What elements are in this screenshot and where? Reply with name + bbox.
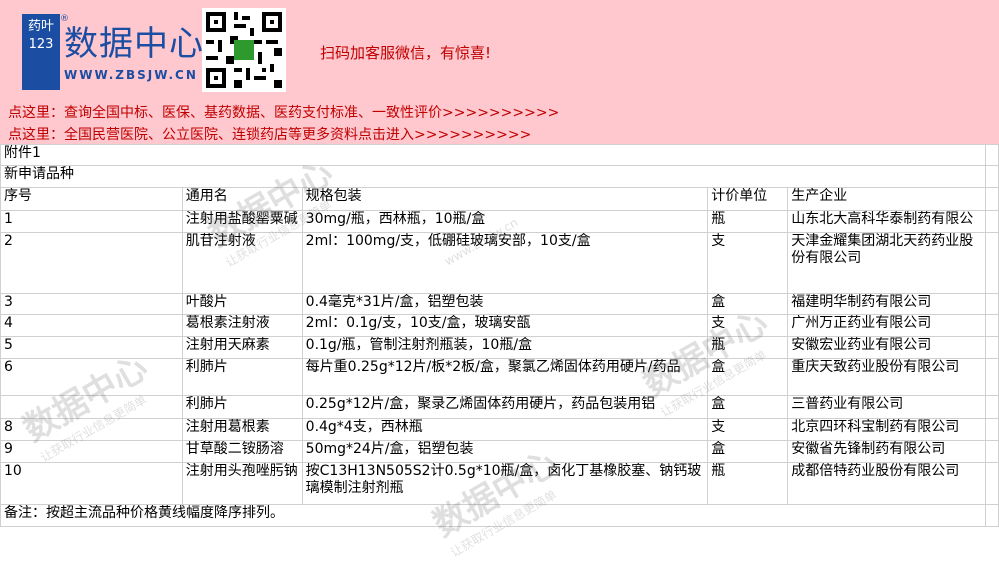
cell-spec[interactable]: 2ml：100mg/支，低硼硅玻璃安部，10支/盒 [301, 232, 709, 294]
cell-spec[interactable]: 2ml：0.1g/支，10支/盒，玻璃安瓿 [301, 314, 709, 337]
cell-spec[interactable]: 0.1g/瓶，管制注射剂瓶装，10瓶/盒 [301, 336, 709, 359]
table-row: 3 叶酸片 0.4毫克*31片/盒，铝塑包装 盒 福建明华制药有限公司 [0, 293, 999, 315]
cell-spec[interactable]: 50mg*24片/盒，铝塑包装 [301, 440, 709, 463]
cell-name[interactable]: 注射用头孢唑肟钠 [181, 462, 303, 505]
cell-name[interactable]: 注射用盐酸罂粟碱 [181, 210, 303, 233]
table-row: 10 注射用头孢唑肟钠 按C13H13N505S2计0.5g*10瓶/盒，卤化丁… [0, 462, 999, 505]
cell-name[interactable]: 甘草酸二铵肠溶 [181, 440, 303, 463]
cell-maker[interactable]: 北京四环科宝制药有限公司 [787, 418, 986, 441]
cell-seq[interactable]: 2 [0, 232, 183, 294]
table-row: 2 肌苷注射液 2ml：100mg/支，低硼硅玻璃安部，10支/盒 支 天津金耀… [0, 232, 999, 294]
cell-name[interactable]: 利肺片 [181, 358, 303, 396]
cell-unit[interactable]: 支 [707, 232, 789, 294]
cell-maker[interactable]: 重庆天致药业股份有限公司 [787, 358, 986, 396]
table-row: 1 注射用盐酸罂粟碱 30mg/瓶，西林瓶，10瓶/盒 瓶 山东北大高科华泰制药… [0, 210, 999, 233]
cell-name[interactable]: 利肺片 [181, 395, 303, 419]
header-cell[interactable]: 生产企业 [787, 187, 986, 211]
cell-unit[interactable]: 盒 [707, 358, 789, 396]
cell-seq[interactable]: 3 [0, 293, 183, 315]
table-row: 8 注射用葛根素 0.4g*4支，西林瓶 支 北京四环科宝制药有限公司 [0, 418, 999, 441]
cell-maker[interactable]: 广州万正药业有限公司 [787, 314, 986, 337]
cell-maker[interactable]: 山东北大高科华泰制药有限公 [787, 210, 986, 233]
table-row: 6 利肺片 每片重0.25g*12片/板*2板/盒，聚氯乙烯固体药用硬片/药品 … [0, 358, 999, 396]
table-row: 5 注射用天麻素 0.1g/瓶，管制注射剂瓶装，10瓶/盒 瓶 安徽宏业药业有限… [0, 336, 999, 359]
cell-seq[interactable]: 10 [0, 462, 183, 505]
table-row: 9 甘草酸二铵肠溶 50mg*24片/盒，铝塑包装 盒 安徽省先锋制药有限公司 [0, 440, 999, 463]
header-cell[interactable]: 计价单位 [707, 187, 789, 211]
cell-seq[interactable] [0, 395, 183, 419]
qr-code-icon [202, 8, 286, 92]
scan-promo-text: 扫码加客服微信，有惊喜! [320, 44, 492, 62]
cell-seq[interactable]: 8 [0, 418, 183, 441]
cell-maker[interactable]: 三普药业有限公司 [787, 395, 986, 419]
cell-seq[interactable]: 5 [0, 336, 183, 359]
cell-seq[interactable]: 6 [0, 358, 183, 396]
cell-maker[interactable]: 安徽省先锋制药有限公司 [787, 440, 986, 463]
section-title[interactable]: 新申请品种 [0, 165, 986, 188]
logo-url: WWW.ZBSJW.CN [64, 68, 198, 82]
header-cell[interactable]: 序号 [0, 187, 183, 211]
cell-unit[interactable]: 瓶 [707, 462, 789, 505]
cell-unit[interactable]: 瓶 [707, 210, 789, 233]
cell-name[interactable]: 注射用天麻素 [181, 336, 303, 359]
cell-spec[interactable]: 0.4毫克*31片/盒，铝塑包装 [301, 293, 709, 315]
cell-unit[interactable]: 支 [707, 314, 789, 337]
data-query-link[interactable]: 点这里：查询全国中标、医保、基药数据、医药支付标准、一致性评价>>>>>>>>>… [8, 102, 559, 122]
cell-seq[interactable]: 9 [0, 440, 183, 463]
cell-maker[interactable]: 福建明华制药有限公司 [787, 293, 986, 315]
cell-name[interactable]: 注射用葛根素 [181, 418, 303, 441]
logo-title: 数据中心 [64, 24, 204, 64]
cell-unit[interactable]: 盒 [707, 440, 789, 463]
cell-spec[interactable]: 0.25g*12片/盒，聚录乙烯固体药用硬片，药品包装用铝 [301, 395, 709, 419]
header-cell[interactable]: 通用名 [181, 187, 303, 211]
cell-maker[interactable]: 天津金耀集团湖北天药药业股份有限公司 [787, 232, 986, 294]
cell-unit[interactable]: 盒 [707, 293, 789, 315]
hospital-resources-link[interactable]: 点这里：全国民营医院、公立医院、连锁药店等更多资料点击进入>>>>>>>>>> [8, 124, 531, 144]
cell-seq[interactable]: 1 [0, 210, 183, 233]
cell-spec[interactable]: 30mg/瓶，西林瓶，10瓶/盒 [301, 210, 709, 233]
cell-spec[interactable]: 按C13H13N505S2计0.5g*10瓶/盒，卤化丁基橡胶塞、钠钙玻璃模制注… [301, 462, 709, 505]
attachment-label[interactable]: 附件1 [0, 144, 986, 166]
cell-unit[interactable]: 瓶 [707, 336, 789, 359]
cell-name[interactable]: 叶酸片 [181, 293, 303, 315]
cell-unit[interactable]: 盒 [707, 395, 789, 419]
cell-name[interactable]: 葛根素注射液 [181, 314, 303, 337]
header-row: 序号 通用名 规格包装 计价单位 生产企业 [0, 187, 999, 211]
cell-maker[interactable]: 安徽宏业药业有限公司 [787, 336, 986, 359]
header-cell[interactable]: 规格包装 [301, 187, 709, 211]
table-row: 4 葛根素注射液 2ml：0.1g/支，10支/盒，玻璃安瓿 支 广州万正药业有… [0, 314, 999, 337]
logo-mark: 药叶123 [22, 14, 60, 90]
cell-spec[interactable]: 每片重0.25g*12片/板*2板/盒，聚氯乙烯固体药用硬片/药品 [301, 358, 709, 396]
cell-name[interactable]: 肌苷注射液 [181, 232, 303, 294]
cell-unit[interactable]: 支 [707, 418, 789, 441]
promo-banner: 药叶123 ® 数据中心 WWW.ZBSJW.CN 扫码加客服微信，有惊喜! 点… [0, 0, 999, 144]
logo: 药叶123 ® 数据中心 WWW.ZBSJW.CN [22, 14, 203, 90]
table-row: 利肺片 0.25g*12片/盒，聚录乙烯固体药用硬片，药品包装用铝 盒 三普药业… [0, 395, 999, 419]
cell-seq[interactable]: 4 [0, 314, 183, 337]
spreadsheet-grid: 附件1 新申请品种 序号 通用名 规格包装 计价单位 生产企业 1 注射用盐酸罂… [0, 144, 999, 527]
footnote[interactable]: 备注：按超主流品种价格黄线幅度降序排列。 [0, 504, 986, 527]
cell-maker[interactable]: 成都倍特药业股份有限公司 [787, 462, 986, 505]
cell-spec[interactable]: 0.4g*4支，西林瓶 [301, 418, 709, 441]
